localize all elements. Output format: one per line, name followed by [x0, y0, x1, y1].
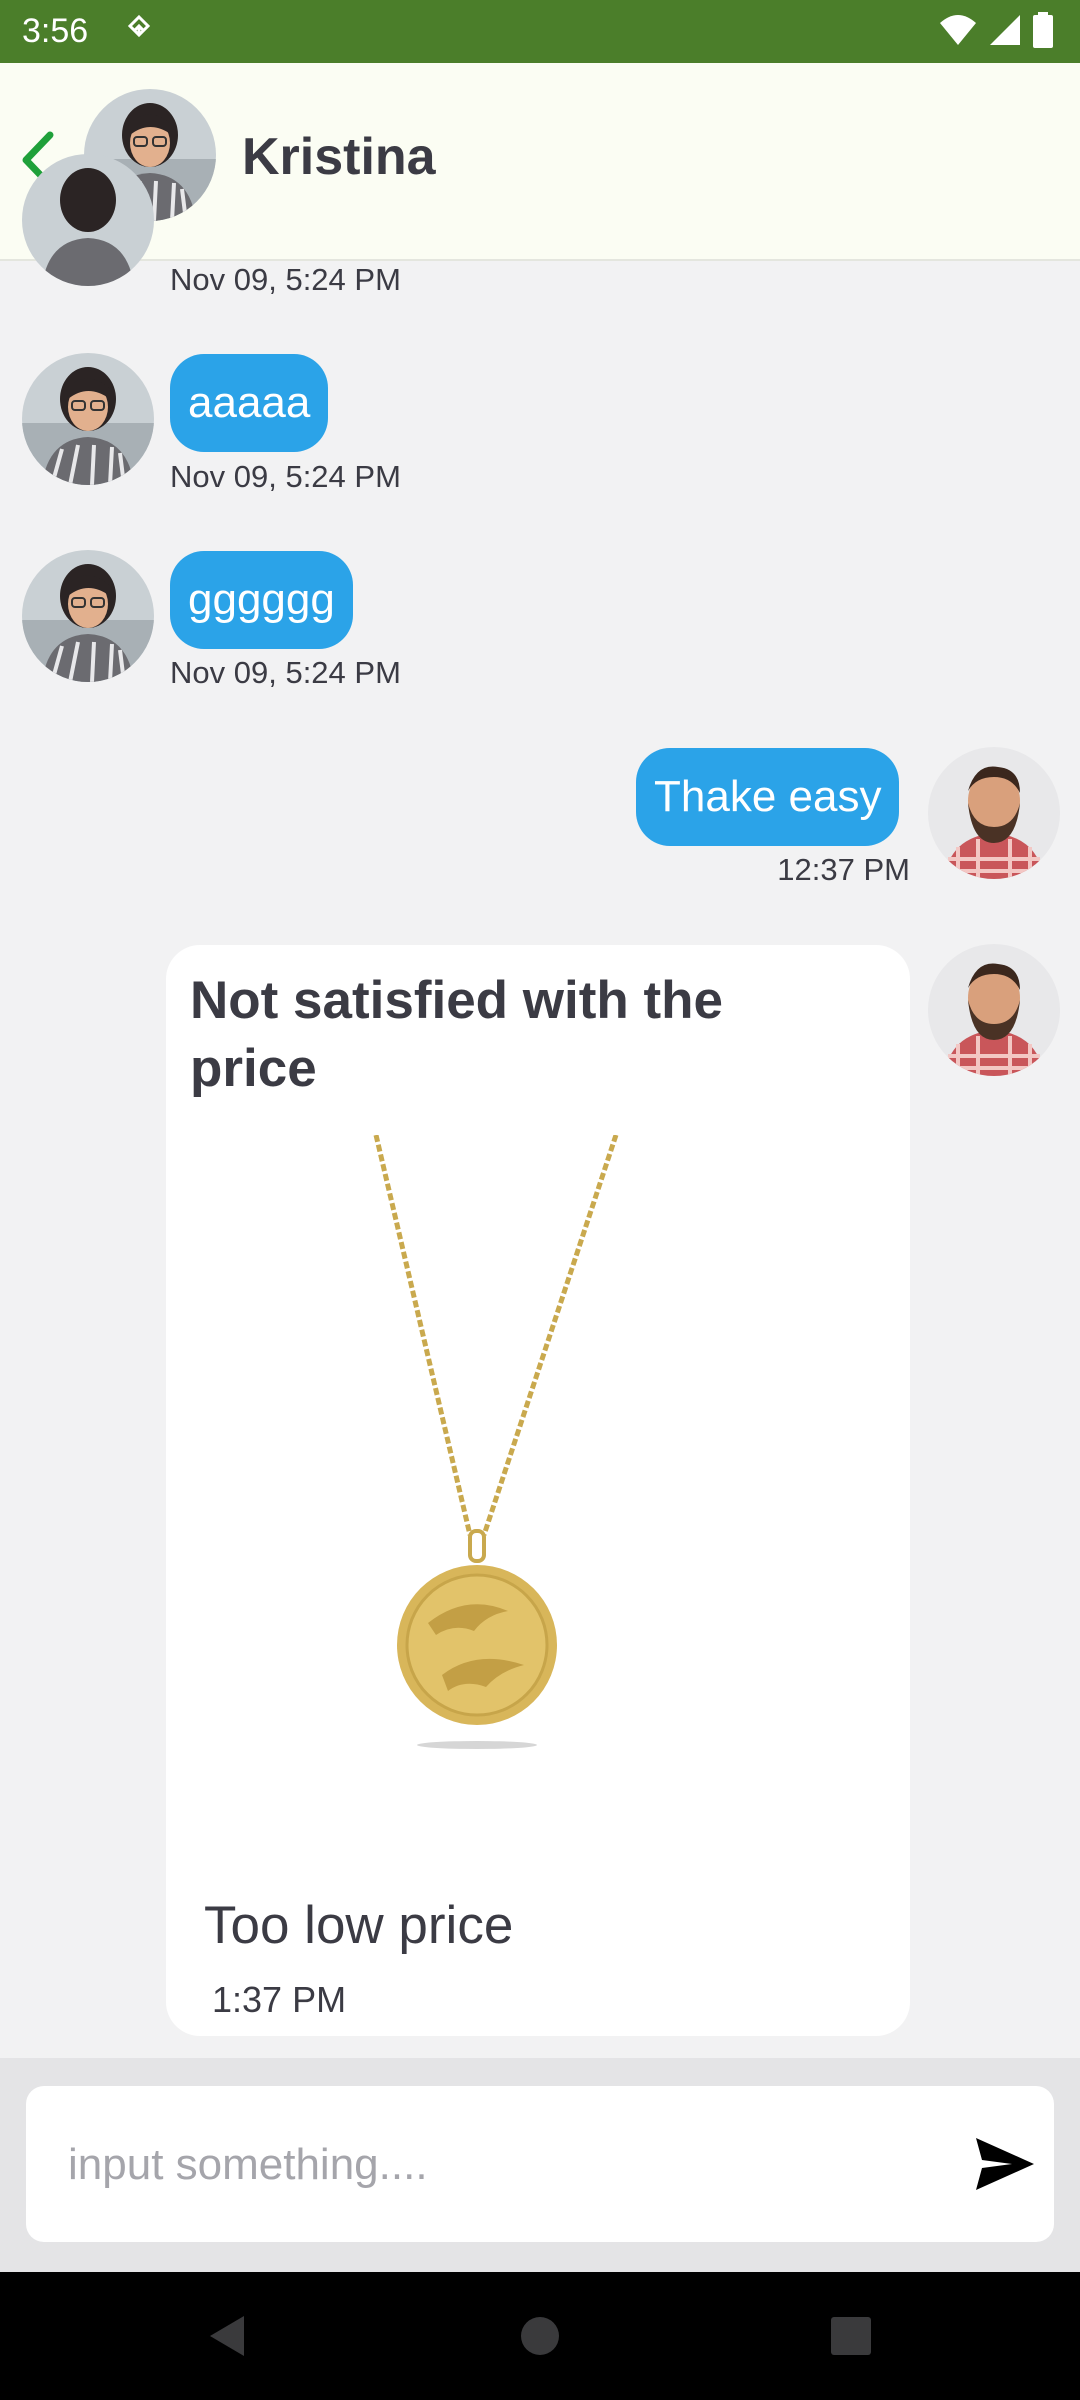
recents-nav-icon[interactable] — [830, 2312, 872, 2360]
my-avatar — [928, 944, 1060, 1076]
system-navigation-bar — [0, 2272, 1080, 2400]
home-nav-icon[interactable] — [520, 2312, 560, 2360]
message-timestamp: Nov 09, 5:24 PM — [170, 655, 401, 690]
chat-header: Kristina — [0, 63, 1080, 261]
message-input[interactable] — [66, 2124, 930, 2206]
message-bubble[interactable]: gggggg — [170, 551, 353, 649]
message-timestamp: 12:37 PM — [777, 852, 910, 887]
wifi-icon — [940, 15, 976, 45]
card-title: Not satisfied with the price — [190, 971, 723, 1098]
my-avatar — [928, 747, 1060, 879]
contact-avatar-message — [22, 353, 154, 485]
product-message-card[interactable]: Not satisfied with the price Too low pri… — [166, 945, 910, 2036]
battery-icon — [1033, 12, 1053, 48]
signal-icon — [990, 15, 1020, 45]
card-note: Too low price — [204, 1896, 514, 1955]
input-box — [26, 2086, 1054, 2242]
contact-avatar-message — [22, 550, 154, 682]
status-bar: 3:56 — [0, 0, 1080, 63]
contact-name: Kristina — [242, 128, 436, 186]
product-image[interactable] — [336, 1135, 656, 1765]
navigation-icon — [127, 14, 151, 38]
back-nav-icon[interactable] — [204, 2312, 250, 2360]
contact-avatar-message — [22, 154, 154, 286]
message-bubble-sent[interactable]: Thake easy — [636, 748, 900, 846]
message-bubble[interactable]: aaaaa — [170, 354, 329, 452]
message-timestamp: Nov 09, 5:24 PM — [170, 262, 401, 297]
message-timestamp: 1:37 PM — [212, 1979, 347, 2020]
composer-bar — [0, 2058, 1080, 2272]
message-timestamp: Nov 09, 5:24 PM — [170, 459, 401, 494]
status-time: 3:56 — [22, 12, 89, 50]
send-icon[interactable] — [972, 2132, 1038, 2196]
